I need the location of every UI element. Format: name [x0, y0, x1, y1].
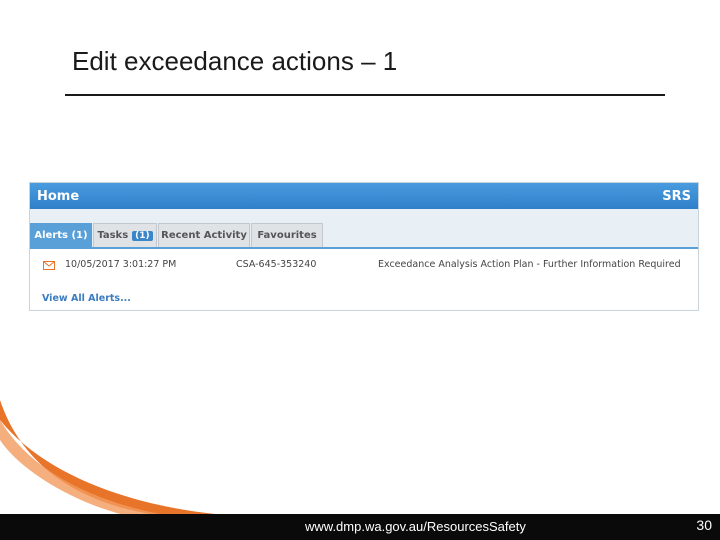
tab-recent-activity-label: Recent Activity — [161, 230, 247, 241]
tab-recent-activity[interactable]: Recent Activity — [158, 223, 250, 247]
tab-tasks-badge: (1) — [132, 230, 153, 241]
tab-favourites[interactable]: Favourites — [251, 223, 323, 247]
panel-header-title: Home — [37, 188, 80, 204]
tab-tasks[interactable]: Tasks (1) — [93, 223, 157, 247]
view-all-alerts-link[interactable]: View All Alerts... — [42, 293, 131, 304]
alert-row[interactable]: 10/05/2017 3:01:27 PM CSA-645-353240 Exc… — [30, 259, 698, 275]
decorative-swoosh — [0, 400, 215, 514]
alert-description[interactable]: Exceedance Analysis Action Plan - Furthe… — [378, 259, 681, 270]
panel-header: Home SRS — [30, 183, 698, 209]
title-rule — [65, 94, 665, 96]
page-number: 30 — [696, 517, 712, 533]
mail-icon — [43, 261, 55, 270]
tabs-bar: Alerts (1) Tasks (1) Recent Activity Fav… — [30, 209, 698, 249]
tab-favourites-label: Favourites — [257, 230, 317, 241]
tab-tasks-label: Tasks — [97, 230, 129, 241]
tab-alerts-label: Alerts (1) — [34, 230, 88, 241]
footer-url[interactable]: www.dmp.wa.gov.au/ResourcesSafety — [305, 519, 526, 534]
alert-reference: CSA-645-353240 — [236, 259, 317, 270]
alert-datetime: 10/05/2017 3:01:27 PM — [65, 259, 177, 270]
home-panel: Home SRS Alerts (1) Tasks (1) Recent Act… — [29, 182, 699, 311]
tab-alerts[interactable]: Alerts (1) — [30, 223, 92, 247]
panel-header-brand: SRS — [662, 188, 691, 204]
slide-title: Edit exceedance actions – 1 — [72, 46, 398, 76]
footer: www.dmp.wa.gov.au/ResourcesSafety 30 — [0, 514, 720, 540]
